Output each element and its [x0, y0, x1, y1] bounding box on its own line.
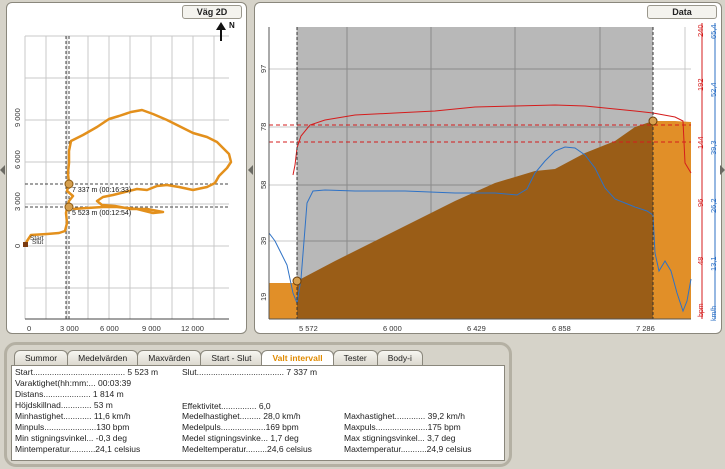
- data-x-tick: 6 858: [552, 324, 571, 333]
- speed-tick: 39,3: [709, 140, 718, 155]
- map-y-tick: 9 000: [13, 108, 22, 127]
- tab-start-slut[interactable]: Start - Slut: [200, 350, 263, 365]
- map-x-tick: 3 000: [60, 324, 79, 333]
- stat-start: Start...................................…: [15, 367, 159, 377]
- alt-tick: 78: [259, 123, 268, 131]
- speed-tick: 65,4: [709, 24, 718, 39]
- data-x-tick: 5 572: [299, 324, 318, 333]
- stat-minhastighet: Minhastighet............ 11,6 km/h: [15, 411, 131, 421]
- alt-tick: 39: [259, 237, 268, 245]
- stats-frame: Summor Medelvärden Maxvärden Start - Slu…: [4, 342, 512, 467]
- map-x-tick: 0: [27, 324, 31, 333]
- stat-hojdskillnad: Höjdskillnad............. 53 m: [15, 400, 113, 410]
- map-x-tick: 12 000: [181, 324, 204, 333]
- alt-tick: 97: [259, 65, 268, 73]
- data-x-tick: 6 429: [467, 324, 486, 333]
- altitude-area-right: [653, 121, 691, 319]
- hr-tick: 48: [696, 257, 705, 265]
- stat-max-stigning: Max stigningsvinkel... 3,7 deg: [344, 433, 456, 443]
- speed-unit: km/h: [711, 306, 718, 321]
- map-y-tick: 3 000: [13, 192, 22, 211]
- stat-medeltemp: Medeltemperatur.........24,6 celsius: [182, 444, 312, 454]
- map-x-tick: 9 000: [142, 324, 161, 333]
- speed-tick: 52,4: [709, 82, 718, 97]
- tab-tester[interactable]: Tester: [332, 350, 378, 365]
- tab-medelvarden[interactable]: Medelvärden: [67, 350, 139, 365]
- speed-tick: 26,2: [709, 198, 718, 213]
- alt-tick: 58: [259, 181, 268, 189]
- hr-tick: 240: [696, 24, 705, 37]
- map-panel: Väg 2D N 0 3 000 6 000 9 000 12 000 0 3 …: [6, 2, 247, 334]
- collapse-left-arrow[interactable]: [0, 165, 5, 175]
- stat-min-stigning: Min stigningsvinkel... -0,3 deg: [15, 433, 127, 443]
- tab-body-i[interactable]: Body-i: [376, 350, 423, 365]
- altitude-area-left: [269, 283, 297, 319]
- stat-slut: Slut....................................…: [182, 367, 318, 377]
- stat-effektivitet: Effektivitet............... 6,0: [182, 401, 271, 411]
- stat-distans: Distans.................... 1 814 m: [15, 389, 124, 399]
- stats-content: Start...................................…: [11, 365, 505, 461]
- stat-mintemp: Mintemperatur...........24,1 celsius: [15, 444, 141, 454]
- stat-maxhastighet: Maxhastighet............. 39,2 km/h: [344, 411, 465, 421]
- data-x-tick: 6 000: [383, 324, 402, 333]
- map-canvas[interactable]: N 0 3 000 6 000 9 000 12 000 0 3 000 6 0…: [7, 3, 247, 334]
- stat-medel-stigning: Medel stigningsvinke... 1,7 deg: [182, 433, 299, 443]
- stat-maxtemp: Maxtemperatur...........24,9 celsius: [344, 444, 472, 454]
- map-x-tick: 6 000: [100, 324, 119, 333]
- hr-tick: 192: [696, 78, 705, 91]
- hr-tick: 144: [696, 136, 705, 149]
- data-panel: Data 97 78 58 39 19 5 572 6 000 6 429 6 …: [254, 2, 722, 334]
- interval-start-marker: [292, 276, 302, 286]
- tab-summor[interactable]: Summor: [14, 350, 69, 365]
- map-y-tick: 6 000: [13, 150, 22, 169]
- hr-tick: 96: [696, 199, 705, 207]
- speed-tick: 13,1: [709, 256, 718, 271]
- data-chart[interactable]: 97 78 58 39 19 5 572 6 000 6 429 6 858 7…: [255, 3, 722, 334]
- collapse-data-arrow[interactable]: [720, 165, 725, 175]
- marker-1-label: 7 337 m (00:16:33): [72, 187, 131, 194]
- north-arrow-icon: [216, 22, 226, 41]
- hr-unit: bpm: [698, 303, 705, 317]
- collapse-right-arrow[interactable]: [248, 165, 253, 175]
- interval-end-marker: [648, 116, 658, 126]
- route-path: [23, 108, 233, 247]
- tab-maxvarden[interactable]: Maxvärden: [137, 350, 202, 365]
- stat-varaktighet: Varaktighet(hh:mm:... 00:03:39: [15, 378, 132, 388]
- map-y-tick: 0: [13, 244, 22, 248]
- stat-medelpuls: Medelpuls...................169 bpm: [182, 422, 299, 432]
- north-label: N: [229, 21, 235, 30]
- stat-medelhastighet: Medelhastighet......... 28,0 km/h: [182, 411, 301, 421]
- start-point: [23, 242, 28, 247]
- tab-valt-intervall[interactable]: Valt intervall: [261, 350, 334, 366]
- stats-tabs: Summor Medelvärden Maxvärden Start - Slu…: [14, 350, 423, 366]
- marker-2-label: 5 523 m (00:12:54): [72, 210, 131, 217]
- alt-tick: 19: [259, 293, 268, 301]
- stat-maxpuls: Maxpuls......................175 bpm: [344, 422, 461, 432]
- data-x-tick: 7 286: [636, 324, 655, 333]
- stat-minpuls: Minpuls......................130 bpm: [15, 422, 130, 432]
- end-label: Slut: [32, 239, 43, 246]
